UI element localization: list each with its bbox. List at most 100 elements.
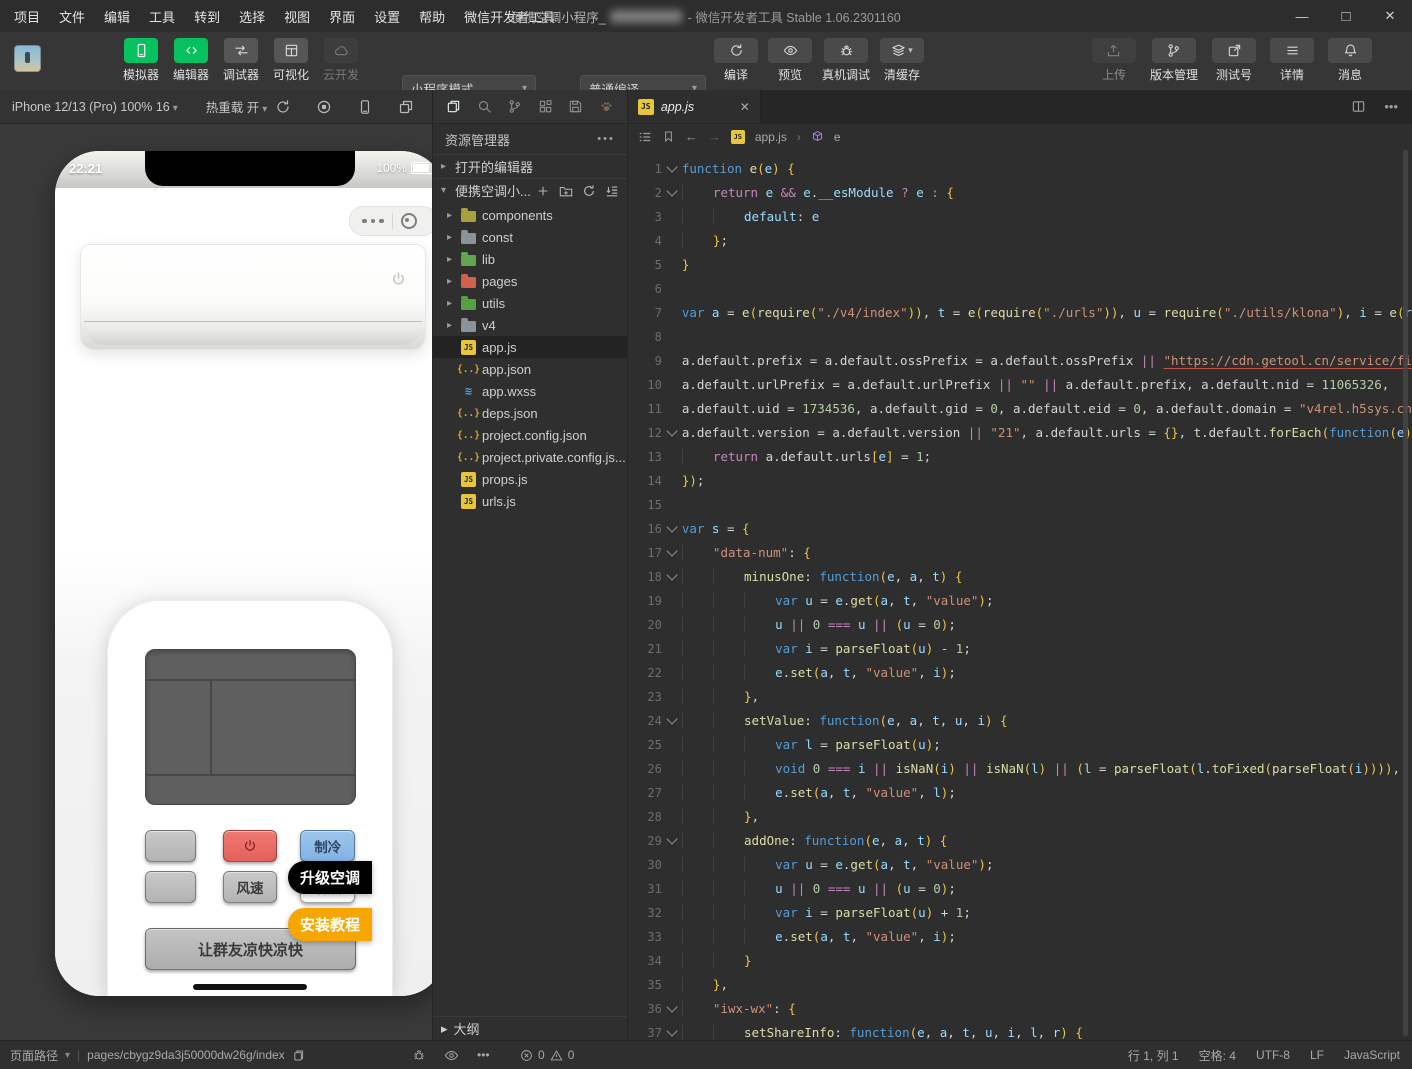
- install-tutorial-tag[interactable]: 安装教程: [288, 908, 372, 941]
- tree-folder-utils[interactable]: ▸utils: [433, 292, 627, 314]
- toggle-debug[interactable]: 调试器: [222, 38, 260, 83]
- collapse-all-icon[interactable]: [605, 184, 619, 198]
- close-miniprogram-icon[interactable]: [401, 213, 417, 229]
- list-action[interactable]: 详情: [1270, 38, 1314, 83]
- fold-chevron-icon[interactable]: [666, 545, 677, 556]
- menu-item[interactable]: 工具: [149, 7, 175, 26]
- fold-chevron-icon[interactable]: [666, 425, 677, 436]
- project-section[interactable]: ▾ 便携空调小...: [433, 179, 627, 202]
- toggle-cloud[interactable]: 云开发: [322, 38, 360, 83]
- code-editor[interactable]: 1function e(e) {2 return e && e.__esModu…: [628, 149, 1412, 1040]
- menu-item[interactable]: 选择: [239, 7, 265, 26]
- branch-action[interactable]: 版本管理: [1150, 38, 1198, 83]
- fold-chevron-icon[interactable]: [666, 1001, 677, 1012]
- fold-column[interactable]: [662, 709, 682, 733]
- fold-chevron-icon[interactable]: [666, 833, 677, 844]
- more-icon[interactable]: [362, 219, 384, 224]
- page-path-label[interactable]: 页面路径: [10, 1047, 58, 1064]
- tree-folder-v4[interactable]: ▸v4: [433, 314, 627, 336]
- split-editor-icon[interactable]: [1351, 99, 1366, 114]
- tree-file-app-wxss[interactable]: ≋app.wxss: [433, 380, 627, 402]
- menu-item[interactable]: 编辑: [104, 7, 130, 26]
- tree-file-deps-json[interactable]: {..}deps.json: [433, 402, 627, 424]
- menu-item[interactable]: 项目: [14, 7, 40, 26]
- new-file-icon[interactable]: [536, 184, 550, 198]
- menu-item[interactable]: 界面: [329, 7, 355, 26]
- toggle-layout[interactable]: 可视化: [272, 38, 310, 83]
- breadcrumb-file[interactable]: app.js: [755, 130, 787, 144]
- bookmark-icon[interactable]: [662, 130, 675, 143]
- copy-icon[interactable]: [292, 1049, 305, 1062]
- statusbar-item[interactable]: 行 1, 列 1: [1128, 1047, 1179, 1064]
- tree-file-project-private-config-js---[interactable]: {..}project.private.config.js...: [433, 446, 627, 468]
- statusbar-item[interactable]: JavaScript: [1344, 1048, 1400, 1062]
- bug-action[interactable]: 真机调试: [822, 38, 870, 83]
- toggle-code[interactable]: 编辑器: [172, 38, 210, 83]
- remote-button-blank[interactable]: [145, 830, 196, 862]
- more-icon[interactable]: •••: [1384, 99, 1398, 114]
- external-action[interactable]: 测试号: [1212, 38, 1256, 83]
- eye-action[interactable]: 预览: [768, 38, 812, 83]
- fold-column[interactable]: [662, 997, 682, 1021]
- open-editors-section[interactable]: ▸ 打开的编辑器: [433, 154, 627, 179]
- search-icon[interactable]: [477, 99, 492, 114]
- paw-icon[interactable]: [599, 99, 614, 114]
- user-avatar[interactable]: [14, 45, 41, 72]
- maximize-button[interactable]: □: [1324, 8, 1368, 25]
- statusbar-item[interactable]: UTF-8: [1256, 1048, 1290, 1062]
- refresh-icon[interactable]: [582, 184, 596, 198]
- windows-icon[interactable]: [398, 99, 414, 115]
- close-tab-icon[interactable]: ✕: [740, 100, 750, 114]
- device-selector[interactable]: iPhone 12/13 (Pro) 100% 16▾: [12, 100, 178, 114]
- refresh-icon[interactable]: [275, 99, 291, 115]
- hot-reload-toggle[interactable]: 热重载 开▾: [206, 97, 268, 116]
- more-icon[interactable]: •••: [477, 1048, 490, 1062]
- back-icon[interactable]: ←: [685, 129, 698, 144]
- files-icon[interactable]: [446, 99, 461, 114]
- problems-group[interactable]: 0 0: [520, 1041, 574, 1069]
- fold-chevron-icon[interactable]: [666, 713, 677, 724]
- menu-item[interactable]: 设置: [374, 7, 400, 26]
- device-icon[interactable]: [357, 99, 373, 115]
- save-icon[interactable]: [568, 99, 583, 114]
- tree-folder-const[interactable]: ▸const: [433, 226, 627, 248]
- minimize-button[interactable]: —: [1280, 9, 1324, 24]
- more-icon[interactable]: •••: [597, 133, 615, 145]
- remote-button-gray[interactable]: 风速: [223, 871, 278, 903]
- fold-column[interactable]: [662, 565, 682, 589]
- remote-button-blue[interactable]: 制冷: [300, 830, 355, 862]
- tree-file-app-json[interactable]: {..}app.json: [433, 358, 627, 380]
- tree-folder-lib[interactable]: ▸lib: [433, 248, 627, 270]
- tree-folder-pages[interactable]: ▸pages: [433, 270, 627, 292]
- forward-icon[interactable]: →: [708, 129, 721, 144]
- git-icon[interactable]: [507, 99, 522, 114]
- tree-file-urls-js[interactable]: JSurls.js: [433, 490, 627, 512]
- new-folder-icon[interactable]: [559, 184, 573, 198]
- fold-column[interactable]: [662, 157, 682, 181]
- tab-app-js[interactable]: JS app.js ✕: [628, 90, 761, 123]
- eye-icon[interactable]: [444, 1048, 459, 1063]
- outline-section[interactable]: ▸ 大纲: [433, 1016, 627, 1040]
- close-button[interactable]: ✕: [1368, 8, 1412, 24]
- fold-chevron-icon[interactable]: [666, 1025, 677, 1036]
- fold-chevron-icon[interactable]: [666, 161, 677, 172]
- tree-file-project-config-json[interactable]: {..}project.config.json: [433, 424, 627, 446]
- layers-action[interactable]: ▾清缓存: [880, 38, 924, 83]
- tree-folder-components[interactable]: ▸components: [433, 204, 627, 226]
- outline-list-icon[interactable]: [638, 130, 652, 144]
- tree-file-props-js[interactable]: JSprops.js: [433, 468, 627, 490]
- fold-chevron-icon[interactable]: [666, 521, 677, 532]
- debug-icon[interactable]: [412, 1048, 426, 1062]
- upgrade-ac-tag[interactable]: 升级空调: [288, 861, 372, 894]
- tree-file-app-js[interactable]: JSapp.js: [433, 336, 627, 358]
- statusbar-item[interactable]: LF: [1310, 1048, 1324, 1062]
- fold-column[interactable]: [662, 517, 682, 541]
- menu-item[interactable]: 视图: [284, 7, 310, 26]
- menu-item[interactable]: 文件: [59, 7, 85, 26]
- fold-chevron-icon[interactable]: [666, 569, 677, 580]
- editor-scrollbar[interactable]: [1403, 150, 1408, 1036]
- breadcrumb-symbol[interactable]: e: [834, 130, 841, 144]
- fold-column[interactable]: [662, 1021, 682, 1040]
- menu-item[interactable]: 帮助: [419, 7, 445, 26]
- bell-action[interactable]: 消息: [1328, 38, 1372, 83]
